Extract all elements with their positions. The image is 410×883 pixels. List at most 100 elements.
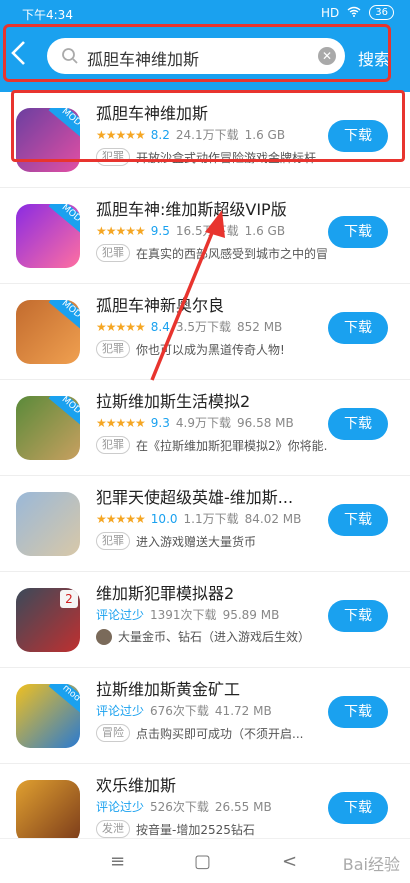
app-size: 84.02 MB — [244, 511, 302, 526]
list-item[interactable]: MOD 拉斯维加斯生活模拟2 ★★★★★ 9.3 4.9万下载 96.58 MB… — [0, 380, 410, 476]
app-icon[interactable]: MOD — [16, 204, 80, 268]
app-title[interactable]: 孤胆车神维加斯 — [96, 100, 208, 124]
app-size: 1.6 GB — [244, 223, 286, 238]
list-item[interactable]: MOD 孤胆车神维加斯 ★★★★★ 8.2 24.1万下载 1.6 GB 犯罪 … — [0, 92, 410, 188]
app-description: 进入游戏赠送大量货币 — [136, 534, 257, 549]
app-desc-row: 犯罪 你也可以成为黑道传奇人物! — [96, 340, 328, 358]
download-button[interactable]: 下载 — [328, 600, 388, 632]
app-desc-row: 发泄 按音量-增加2525钻石 — [96, 820, 328, 838]
app-description: 在真实的西部风感受到城市之中的冒... — [136, 246, 328, 261]
app-title[interactable]: 犯罪天使超级英雄-维加斯... — [96, 484, 293, 508]
download-button[interactable]: 下载 — [328, 216, 388, 248]
app-rating: 8.4 — [150, 319, 170, 334]
star-rating-icon: ★★★★★ — [96, 319, 146, 334]
app-icon[interactable]: 2 — [16, 588, 80, 652]
category-tag: 冒险 — [96, 724, 130, 742]
app-title[interactable]: 拉斯维加斯黄金矿工 — [96, 676, 240, 700]
app-title[interactable]: 孤胆车神:维加斯超级VIP版 — [96, 196, 287, 220]
status-time: 下午4:34 — [22, 8, 73, 22]
list-item[interactable]: mod 拉斯维加斯黄金矿工 评论过少 676次下载 41.72 MB 冒险 点击… — [0, 668, 410, 764]
star-rating-icon: ★★★★★ — [96, 127, 146, 142]
app-meta: ★★★★★ 9.3 4.9万下载 96.58 MB — [96, 414, 294, 431]
download-button[interactable]: 下载 — [328, 408, 388, 440]
app-rating: 9.5 — [150, 223, 170, 238]
list-item[interactable]: 犯罪天使超级英雄-维加斯... ★★★★★ 10.0 1.1万下载 84.02 … — [0, 476, 410, 572]
mod-badge: MOD — [48, 108, 80, 139]
app-rating: 10.0 — [150, 511, 178, 526]
highlight-box-search — [3, 24, 391, 82]
app-meta: ★★★★★ 8.4 3.5万下载 852 MB — [96, 318, 282, 335]
mod-badge: MOD — [48, 204, 80, 235]
app-icon[interactable]: MOD — [16, 108, 80, 172]
wifi-icon — [347, 6, 361, 20]
app-downloads: 16.5万下载 — [175, 224, 239, 238]
app-downloads: 1391次下载 — [150, 608, 217, 622]
app-downloads: 4.9万下载 — [175, 416, 231, 430]
app-icon[interactable]: mod — [16, 684, 80, 748]
home-nav-button[interactable]: ▢ — [194, 851, 211, 872]
review-status: 评论过少 — [96, 608, 145, 622]
back-nav-button[interactable]: < — [282, 851, 297, 872]
app-rating: 9.3 — [150, 415, 170, 430]
star-rating-icon: ★★★★★ — [96, 415, 146, 430]
mod-badge: mod — [48, 684, 80, 715]
app-size: 852 MB — [236, 319, 283, 334]
menu-nav-button[interactable]: ≡ — [110, 851, 125, 872]
app-meta: 评论过少 526次下载 26.55 MB — [96, 798, 272, 815]
app-meta: 评论过少 1391次下载 95.89 MB — [96, 606, 279, 623]
app-size: 1.6 GB — [244, 127, 286, 142]
download-button[interactable]: 下载 — [328, 120, 388, 152]
app-title[interactable]: 孤胆车神新奥尔良 — [96, 292, 224, 316]
app-desc-row: 犯罪 在《拉斯维加斯犯罪模拟2》你将能... — [96, 436, 328, 454]
app-size: 41.72 MB — [214, 703, 272, 718]
mod-badge: MOD — [48, 396, 80, 427]
app-description: 你也可以成为黑道传奇人物! — [136, 342, 285, 357]
review-status: 评论过少 — [96, 800, 145, 814]
app-icon[interactable]: MOD — [16, 300, 80, 364]
app-meta: ★★★★★ 10.0 1.1万下载 84.02 MB — [96, 510, 301, 527]
app-description: 开放沙盒式动作冒险游戏金牌标杆... — [136, 150, 328, 165]
star-rating-icon: ★★★★★ — [96, 511, 146, 526]
app-downloads: 1.1万下载 — [183, 512, 239, 526]
download-button[interactable]: 下载 — [328, 312, 388, 344]
app-size: 95.89 MB — [222, 607, 280, 622]
list-item[interactable]: MOD 孤胆车神:维加斯超级VIP版 ★★★★★ 9.5 16.5万下载 1.6… — [0, 188, 410, 284]
download-button[interactable]: 下载 — [328, 792, 388, 824]
app-description: 点击购买即可成功（不须开启... — [136, 726, 304, 741]
app-desc-row: 犯罪 开放沙盒式动作冒险游戏金牌标杆... — [96, 148, 328, 166]
app-description: 在《拉斯维加斯犯罪模拟2》你将能... — [136, 438, 328, 453]
category-tag: 发泄 — [96, 820, 130, 838]
app-size: 96.58 MB — [236, 415, 294, 430]
app-title[interactable]: 拉斯维加斯生活模拟2 — [96, 388, 250, 412]
app-description: 大量金币、钻石（进入游戏后生效） — [118, 630, 311, 644]
avatar — [96, 628, 112, 645]
app-meta: 评论过少 676次下载 41.72 MB — [96, 702, 272, 719]
app-list: MOD 孤胆车神维加斯 ★★★★★ 8.2 24.1万下载 1.6 GB 犯罪 … — [0, 92, 410, 860]
watermark: Bai经验 — [342, 855, 400, 874]
category-tag: 犯罪 — [96, 244, 130, 262]
app-desc-row: 犯罪 进入游戏赠送大量货币 — [96, 532, 328, 550]
mod-badge: 2 — [60, 590, 78, 608]
app-rating: 8.2 — [150, 127, 170, 142]
app-downloads: 526次下载 — [150, 800, 209, 814]
category-tag: 犯罪 — [96, 436, 130, 454]
app-meta: ★★★★★ 9.5 16.5万下载 1.6 GB — [96, 222, 285, 239]
list-item[interactable]: MOD 孤胆车神新奥尔良 ★★★★★ 8.4 3.5万下载 852 MB 犯罪 … — [0, 284, 410, 380]
list-item[interactable]: 2 维加斯犯罪模拟器2 评论过少 1391次下载 95.89 MB 大量金币、钻… — [0, 572, 410, 668]
app-description: 按音量-增加2525钻石 — [136, 822, 255, 837]
app-downloads: 24.1万下载 — [175, 128, 239, 142]
status-bar: 下午4:34 HD 36 — [0, 0, 410, 26]
app-downloads: 676次下载 — [150, 704, 209, 718]
app-desc-row: 犯罪 在真实的西部风感受到城市之中的冒... — [96, 244, 328, 262]
battery-icon: 36 — [369, 5, 394, 20]
app-icon[interactable] — [16, 492, 80, 556]
mod-badge: MOD — [48, 300, 80, 331]
download-button[interactable]: 下载 — [328, 696, 388, 728]
category-tag: 犯罪 — [96, 148, 130, 166]
app-icon[interactable] — [16, 780, 80, 844]
download-button[interactable]: 下载 — [328, 504, 388, 536]
app-title[interactable]: 维加斯犯罪模拟器2 — [96, 580, 234, 604]
app-meta: ★★★★★ 8.2 24.1万下载 1.6 GB — [96, 126, 285, 143]
app-title[interactable]: 欢乐维加斯 — [96, 772, 176, 796]
app-icon[interactable]: MOD — [16, 396, 80, 460]
